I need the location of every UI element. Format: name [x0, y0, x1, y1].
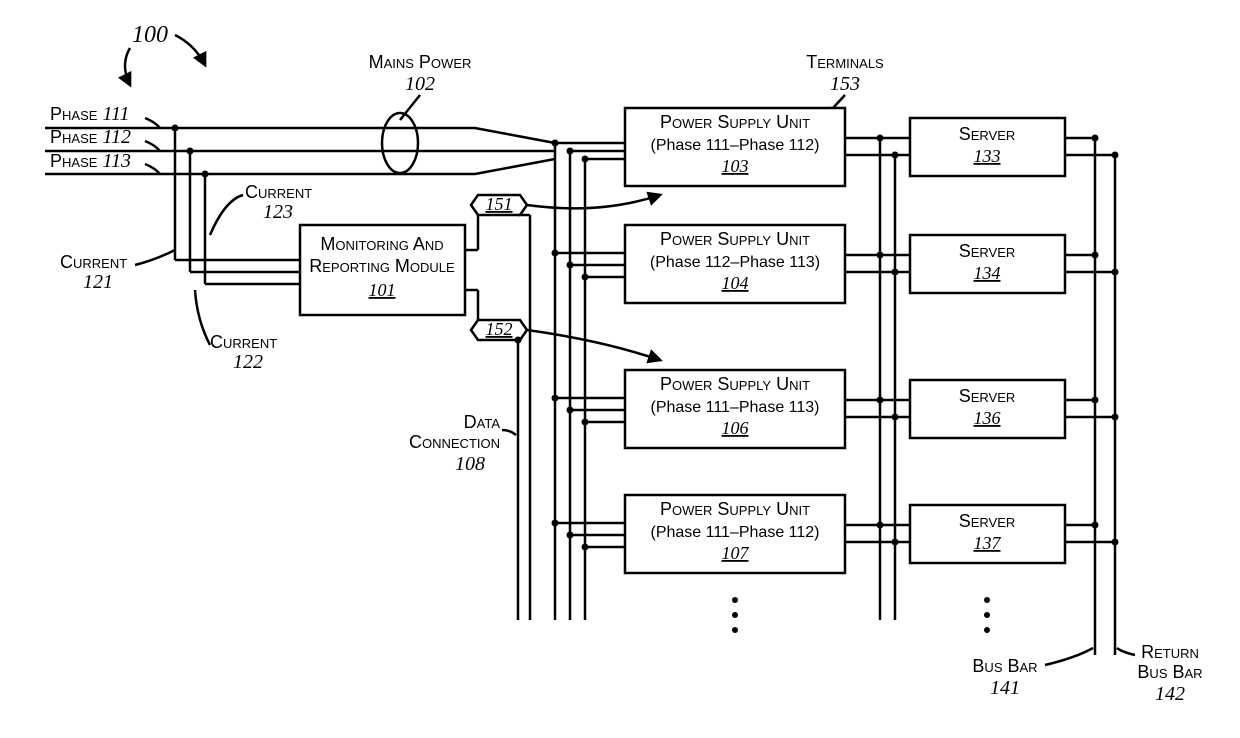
data-connection-label-l1: Data	[464, 412, 501, 432]
psu-104-l1: Power Supply Unit	[660, 229, 810, 249]
monitoring-ref: 101	[369, 280, 396, 300]
phase-111-label: Phase 111	[50, 103, 129, 125]
return-bus-bar-ref: 142	[1155, 683, 1185, 705]
psu-106-l1: Power Supply Unit	[660, 374, 810, 394]
psu-107-l2: (Phase 111–Phase 112)	[650, 524, 819, 541]
current-123-ref: 123	[263, 201, 293, 223]
mains-power-ref: 102	[405, 73, 435, 95]
server-136-ref: 136	[974, 408, 1001, 428]
psu-103-l1: Power Supply Unit	[660, 112, 810, 132]
phase-113-label: Phase 113	[50, 150, 131, 172]
current-122-ref: 122	[233, 351, 263, 373]
psu-103-l2: (Phase 111–Phase 112)	[650, 137, 819, 154]
terminals-label: Terminals	[806, 52, 884, 72]
return-bus-bar-l2: Bus Bar	[1137, 662, 1202, 682]
phase-112-label: Phase 112	[50, 126, 131, 148]
psu-104-l2: (Phase 112–Phase 113)	[650, 254, 820, 271]
server-136-label: Server	[959, 386, 1016, 406]
ellipsis-dots	[732, 597, 990, 633]
server-133-ref: 133	[974, 146, 1001, 166]
psu-106-ref: 106	[722, 418, 749, 438]
psu-107-ref: 107	[722, 543, 750, 563]
psu-107-l1: Power Supply Unit	[660, 499, 810, 519]
psu-103-ref: 103	[722, 156, 749, 176]
server-134-ref: 134	[974, 263, 1001, 283]
psu-106-l2: (Phase 111–Phase 113)	[650, 399, 819, 416]
current-123-label: Current	[245, 182, 312, 202]
data-connection-ref: 108	[455, 453, 485, 475]
figure-number: 100	[132, 22, 168, 48]
link-151-ref: 151	[486, 194, 513, 214]
monitoring-l2: Reporting Module	[309, 256, 455, 276]
server-133-label: Server	[959, 124, 1016, 144]
current-121-label: Current	[60, 252, 127, 272]
return-bus-bar-l1: Return	[1141, 642, 1199, 662]
server-134-label: Server	[959, 241, 1016, 261]
monitoring-l1: Monitoring And	[320, 234, 443, 254]
bus-bar-label: Bus Bar	[972, 656, 1037, 676]
server-137-label: Server	[959, 511, 1016, 531]
link-152-ref: 152	[486, 319, 513, 339]
current-121-ref: 121	[83, 271, 113, 293]
terminals-ref: 153	[830, 73, 860, 95]
mains-power-label: Mains Power	[369, 52, 472, 72]
server-137-ref: 137	[974, 533, 1002, 553]
current-122-label: Current	[210, 332, 277, 352]
bus-bar-ref: 141	[990, 677, 1020, 699]
data-connection-label-l2: Connection	[409, 432, 500, 452]
psu-104-ref: 104	[722, 273, 749, 293]
